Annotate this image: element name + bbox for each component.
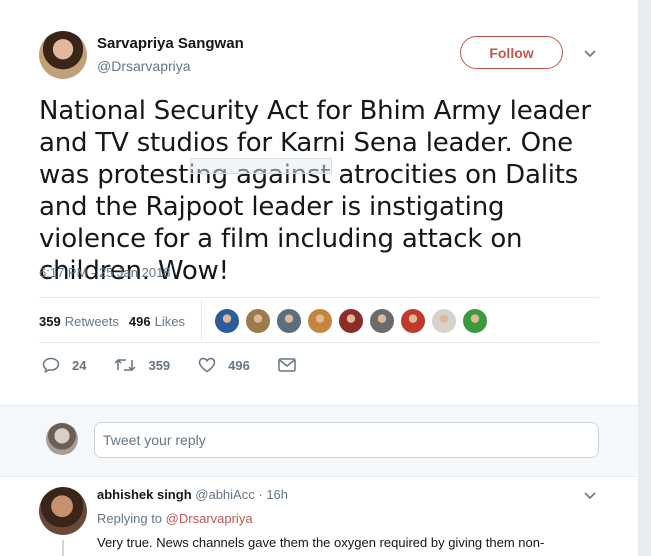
likes-stat[interactable]: 496 Likes: [129, 314, 185, 329]
reply-count: 24: [72, 357, 87, 373]
tweet-menu-chevron-down-icon[interactable]: [582, 46, 598, 62]
follow-button[interactable]: Follow: [460, 36, 563, 69]
stats-separator: [201, 299, 202, 341]
likes-label: Likes: [154, 313, 185, 329]
tweet-stats: 359 Retweets 496 Likes: [39, 311, 195, 331]
tweet-card: Sarvapriya Sangwan @Drsarvapriya Follow …: [0, 0, 638, 556]
reply-author-name[interactable]: abhishek singh: [97, 487, 192, 502]
reply-input[interactable]: Tweet your reply: [94, 422, 599, 458]
liker-avatar[interactable]: [462, 308, 488, 334]
retweets-stat[interactable]: 359 Retweets: [39, 314, 119, 329]
liker-avatar[interactable]: [245, 308, 271, 334]
liker-avatar[interactable]: [369, 308, 395, 334]
replying-to-link[interactable]: @Drsarvapriya: [166, 511, 253, 526]
reply-menu-chevron-down-icon[interactable]: [582, 488, 598, 504]
like-action[interactable]: 496: [198, 357, 250, 373]
like-count: 496: [228, 357, 250, 373]
liker-avatar[interactable]: [338, 308, 364, 334]
message-action[interactable]: [278, 358, 308, 372]
liker-avatar[interactable]: [214, 308, 240, 334]
liker-avatar[interactable]: [431, 308, 457, 334]
replying-to-prefix: Replying to: [97, 511, 163, 526]
tweet-text: National Security Act for Bhim Army lead…: [39, 96, 591, 286]
reply-text: Very true. News channels gave them the o…: [97, 535, 545, 550]
retweets-count: 359: [39, 313, 61, 329]
reply-author-avatar[interactable]: [39, 487, 87, 535]
retweets-label: Retweets: [64, 313, 119, 329]
likes-count: 496: [128, 313, 151, 329]
current-user-avatar: [46, 423, 78, 455]
divider-top: [39, 297, 599, 298]
retweet-count: 359: [148, 357, 171, 373]
author-handle[interactable]: @Drsarvapriya: [97, 58, 191, 74]
reply-icon: [42, 357, 60, 373]
liker-avatar[interactable]: [276, 308, 302, 334]
reply-action[interactable]: 24: [42, 357, 86, 373]
reply-author-handle[interactable]: @abhiAcc: [195, 487, 254, 502]
heart-icon: [198, 357, 216, 373]
replying-to: Replying to @Drsarvapriya: [97, 511, 253, 526]
liker-avatar[interactable]: [307, 308, 333, 334]
retweet-icon: [114, 358, 136, 372]
watermark-overlay: [190, 158, 332, 174]
page-background: [638, 0, 651, 556]
retweet-action[interactable]: 359: [114, 357, 170, 373]
reply-time[interactable]: 16h: [266, 487, 288, 502]
author-avatar[interactable]: [39, 31, 87, 79]
tweet-timestamp[interactable]: 6:17 PM - 25 Jan 2018: [39, 265, 171, 280]
liker-avatar[interactable]: [400, 308, 426, 334]
divider-bottom: [39, 342, 599, 343]
reply-dot: ·: [258, 487, 263, 502]
reply-header: abhishek singh @abhiAcc · 16h: [97, 487, 288, 502]
tweet-actions: 24 359 496: [42, 357, 336, 373]
envelope-icon: [278, 358, 296, 372]
thread-line: [62, 540, 64, 556]
author-name[interactable]: Sarvapriya Sangwan: [97, 35, 244, 52]
liker-avatars: [214, 308, 493, 334]
